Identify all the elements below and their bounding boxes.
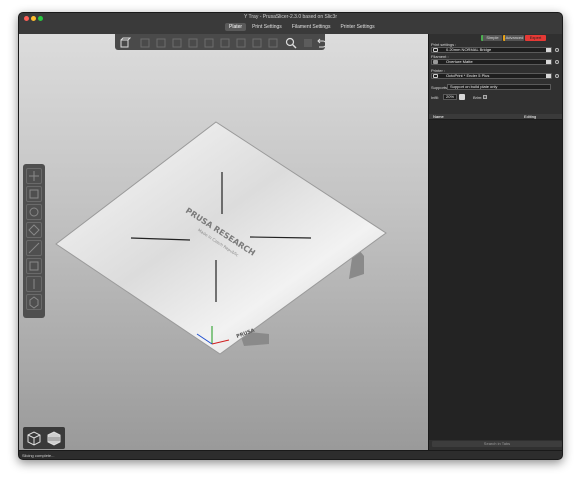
window-title: Y Tray - PrusaSlicer-2.3.0 based on Slic… xyxy=(243,14,337,20)
hollow-icon[interactable] xyxy=(26,294,42,310)
chevron-down-icon xyxy=(546,74,551,78)
title-bar: Y Tray - PrusaSlicer-2.3.0 based on Slic… xyxy=(19,13,562,34)
left-gizmo-toolbar xyxy=(23,164,45,318)
mode-advanced-button[interactable]: Advanced xyxy=(503,35,524,41)
search-icon[interactable] xyxy=(285,36,297,49)
gear-icon[interactable] xyxy=(555,74,559,78)
preview-icon[interactable] xyxy=(45,429,63,447)
brim-checkbox[interactable] xyxy=(483,95,487,99)
split-icon[interactable] xyxy=(251,36,263,48)
rotate-icon[interactable] xyxy=(26,204,42,220)
delete-all-icon[interactable] xyxy=(155,36,167,48)
paint-supports-icon[interactable] xyxy=(26,258,42,274)
supports-select[interactable]: Support on build plate only xyxy=(447,84,551,90)
printer-combo[interactable]: OctoPrint * Ender 5 Plus xyxy=(431,73,552,79)
move-icon[interactable] xyxy=(26,168,42,184)
object-list[interactable] xyxy=(429,120,562,440)
search-input[interactable]: Search in Tabs xyxy=(432,441,562,447)
app-window: Y Tray - PrusaSlicer-2.3.0 based on Slic… xyxy=(18,12,563,460)
arrange-icon[interactable] xyxy=(171,36,183,48)
gear-icon[interactable] xyxy=(555,48,559,52)
supports-label: Supports: xyxy=(431,85,449,90)
filament-color-swatch xyxy=(433,60,438,64)
mode-simple-button[interactable]: Simple xyxy=(481,35,502,41)
layers-icon[interactable] xyxy=(267,36,279,48)
add-icon[interactable] xyxy=(119,36,132,48)
infill-field[interactable]: 20% xyxy=(443,94,457,100)
layer-edit-icon[interactable] xyxy=(302,36,314,48)
build-plate xyxy=(55,121,387,355)
gear-icon[interactable] xyxy=(555,60,559,64)
mode-toggle: Simple Advanced Expert xyxy=(481,35,546,41)
scale-icon[interactable] xyxy=(26,186,42,202)
add-instance-icon[interactable] xyxy=(219,36,231,48)
settings-sidebar: Simple Advanced Expert Print settings : … xyxy=(428,34,562,450)
cut-icon[interactable] xyxy=(26,240,42,256)
chevron-down-icon xyxy=(546,48,551,52)
seam-icon[interactable] xyxy=(26,276,42,292)
paste-icon[interactable] xyxy=(203,36,215,48)
tab-print-settings[interactable]: Print Settings xyxy=(248,23,286,31)
copy-icon[interactable] xyxy=(187,36,199,48)
status-text: Slicing complete... xyxy=(22,453,55,458)
printer-icon xyxy=(433,74,438,78)
print-settings-icon xyxy=(433,48,438,52)
place-on-face-icon[interactable] xyxy=(26,222,42,238)
filament-combo[interactable]: Overture Matte xyxy=(431,59,552,65)
undo-icon[interactable] xyxy=(315,36,327,48)
print-settings-combo[interactable]: 0.20mm NORMAL Bridge xyxy=(431,47,552,53)
brim-label: Brim: xyxy=(473,95,483,100)
remove-instance-icon[interactable] xyxy=(235,36,247,48)
main-tabs: Plater Print Settings Filament Settings … xyxy=(225,23,379,31)
tab-plater[interactable]: Plater xyxy=(225,23,247,31)
delete-icon[interactable] xyxy=(139,36,151,48)
tab-printer-settings[interactable]: Printer Settings xyxy=(336,23,378,31)
3d-viewport[interactable]: PRUSA RESEARCH Made in Czech Republic PR… xyxy=(19,34,428,450)
chevron-down-icon[interactable] xyxy=(459,94,465,100)
view-toggle xyxy=(23,427,65,449)
chevron-down-icon xyxy=(546,60,551,64)
top-toolbar xyxy=(115,34,327,50)
status-bar: Slicing complete... xyxy=(19,450,562,459)
build-plate-scene: PRUSA RESEARCH Made in Czech Republic PR… xyxy=(55,121,387,355)
mode-expert-button[interactable]: Expert xyxy=(525,35,546,41)
tab-filament-settings[interactable]: Filament Settings xyxy=(288,23,335,31)
infill-label: Infill: xyxy=(431,95,440,100)
3d-view-icon[interactable] xyxy=(25,429,43,447)
